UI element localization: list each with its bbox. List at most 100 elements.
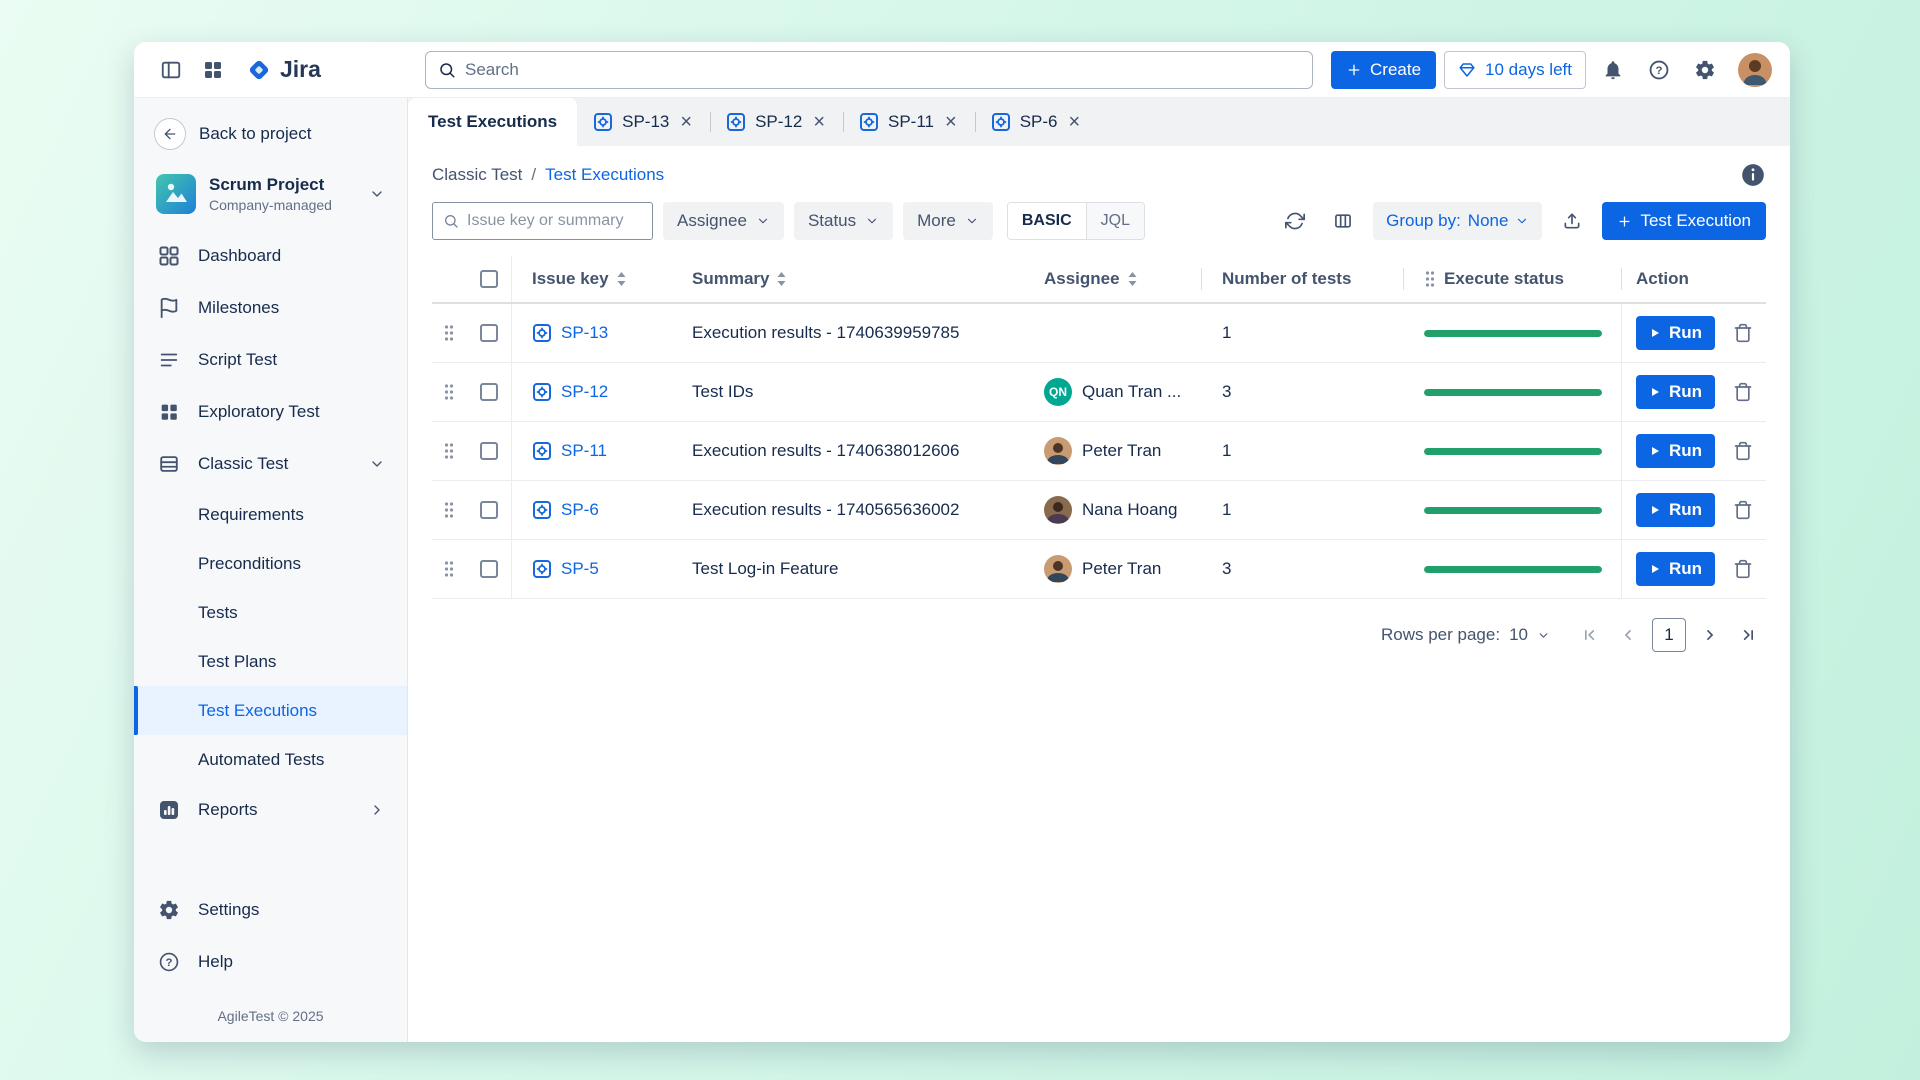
close-tab-icon[interactable] [811,112,827,132]
select-all-checkbox[interactable] [466,256,512,302]
mode-basic-tab[interactable]: BASIC [1008,203,1087,239]
trial-days-left-button[interactable]: 10 days left [1444,51,1586,89]
row-assignee: Peter Tran [1024,555,1202,583]
row-summary: Execution results - 1740639959785 [672,323,1024,343]
jira-logo[interactable]: Jira [236,56,331,83]
back-to-project[interactable]: Back to project [134,112,407,156]
delete-icon[interactable] [1733,323,1753,343]
issue-filter-input[interactable] [467,212,642,230]
row-checkbox[interactable] [466,363,512,421]
sidebar-item-reports[interactable]: Reports [134,784,407,836]
sidebar-toggle-button[interactable] [152,51,190,89]
sidebar-item-classic-test[interactable]: Classic Test [134,438,407,490]
sidebar-item-script-test[interactable]: Script Test [134,334,407,386]
run-button[interactable]: Run [1636,375,1715,409]
delete-icon[interactable] [1733,559,1753,579]
current-page-button[interactable]: 1 [1652,618,1686,652]
rows-per-page-dropdown[interactable]: Rows per page: 10 [1381,625,1550,645]
new-test-execution-button[interactable]: Test Execution [1602,202,1766,240]
sidebar-subitem-test-plans[interactable]: Test Plans [134,637,407,686]
help-icon: ? [1648,59,1670,81]
issue-filter-search[interactable] [432,202,653,240]
drag-handle[interactable] [432,500,466,520]
delete-icon[interactable] [1733,382,1753,402]
test-execution-type-icon [726,112,746,132]
next-page-button[interactable] [1692,617,1728,653]
last-page-button[interactable] [1730,617,1766,653]
create-button[interactable]: Create [1331,51,1436,89]
issue-key-link[interactable]: SP-5 [561,559,599,579]
run-button[interactable]: Run [1636,316,1715,350]
breadcrumb-parent[interactable]: Classic Test [432,165,522,185]
run-button[interactable]: Run [1636,493,1715,527]
issue-key-link[interactable]: SP-6 [561,500,599,520]
sidebar-item-dashboard[interactable]: Dashboard [134,230,407,282]
previous-page-button[interactable] [1610,617,1646,653]
first-page-button[interactable] [1572,617,1608,653]
col-header-action: Action [1622,256,1766,302]
delete-icon[interactable] [1733,500,1753,520]
user-avatar[interactable] [1738,53,1772,87]
drag-handle[interactable] [432,323,466,343]
app-switcher-button[interactable] [194,51,232,89]
sort-icon[interactable] [777,272,786,286]
row-checkbox[interactable] [466,422,512,480]
group-by-dropdown[interactable]: Group by: None [1373,202,1542,240]
settings-button[interactable] [1686,51,1724,89]
assignee-filter-dropdown[interactable]: Assignee [663,202,784,240]
back-to-project-label: Back to project [199,124,311,144]
columns-button[interactable] [1325,203,1361,239]
status-filter-dropdown[interactable]: Status [794,202,893,240]
notifications-button[interactable] [1594,51,1632,89]
sort-icon[interactable] [1128,272,1137,286]
run-button[interactable]: Run [1636,552,1715,586]
drag-handle[interactable] [432,441,466,461]
sort-icon[interactable] [617,272,626,286]
tab-test-executions[interactable]: Test Executions [408,98,577,146]
sidebar-subitem-test-executions[interactable]: Test Executions [134,686,407,735]
issue-key-link[interactable]: SP-13 [561,323,608,343]
project-switcher[interactable]: Scrum Project Company-managed [146,168,395,220]
tab-sp-11[interactable]: SP-11 [843,98,975,146]
col-header-assignee[interactable]: Assignee [1024,256,1202,302]
info-button[interactable] [1740,162,1766,188]
row-checkbox[interactable] [466,304,512,362]
dashboard-icon [156,244,182,268]
close-tab-icon[interactable] [1066,112,1082,132]
test-execution-type-icon [532,500,552,520]
delete-icon[interactable] [1733,441,1753,461]
drag-handle[interactable] [432,382,466,402]
more-filter-dropdown[interactable]: More [903,202,993,240]
global-search-input[interactable] [465,60,1300,80]
drag-handle[interactable] [432,559,466,579]
sidebar-item-help[interactable]: ? Help [134,936,407,988]
help-button[interactable]: ? [1640,51,1678,89]
refresh-button[interactable] [1277,203,1313,239]
global-search[interactable] [425,51,1313,89]
tab-sp-6[interactable]: SP-6 [975,98,1098,146]
run-button[interactable]: Run [1636,434,1715,468]
sidebar-subitem-requirements[interactable]: Requirements [134,490,407,539]
close-tab-icon[interactable] [943,112,959,132]
sidebar-subitem-automated-tests[interactable]: Automated Tests [134,735,407,784]
sidebar-item-milestones[interactable]: Milestones [134,282,407,334]
issue-key-link[interactable]: SP-11 [561,441,607,461]
export-button[interactable] [1554,203,1590,239]
issue-key-link[interactable]: SP-12 [561,382,608,402]
row-summary: Test IDs [672,382,1024,402]
mode-jql-tab[interactable]: JQL [1087,203,1144,239]
row-checkbox[interactable] [466,481,512,539]
sidebar-item-exploratory-test[interactable]: Exploratory Test [134,386,407,438]
tab-sp-13[interactable]: SP-13 [577,98,710,146]
row-checkbox[interactable] [466,540,512,598]
col-header-summary[interactable]: Summary [672,256,1024,302]
sidebar-subitem-preconditions[interactable]: Preconditions [134,539,407,588]
sidebar-subitem-tests[interactable]: Tests [134,588,407,637]
close-tab-icon[interactable] [678,112,694,132]
drag-handle-icon[interactable] [1424,269,1436,289]
col-header-execute-status: Execute status [1404,256,1622,302]
sidebar-item-settings[interactable]: Settings [134,884,407,936]
col-header-issue-key[interactable]: Issue key [512,256,672,302]
tab-sp-12[interactable]: SP-12 [710,98,843,146]
breadcrumb-current[interactable]: Test Executions [545,165,664,185]
